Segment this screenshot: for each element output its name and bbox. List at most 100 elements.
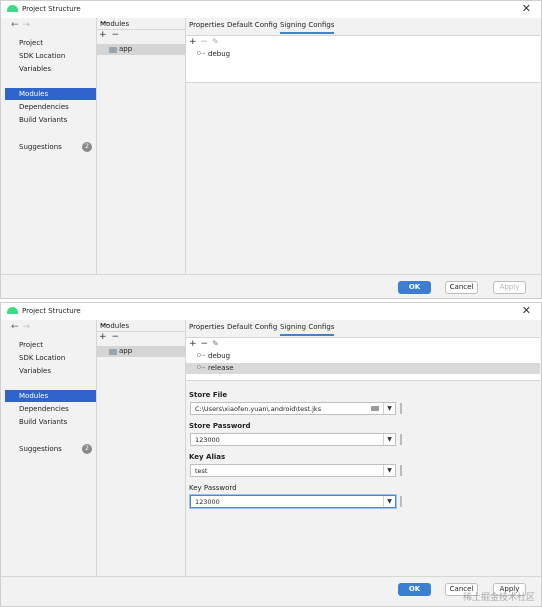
remove-icon[interactable]: − [201,37,213,47]
android-logo-icon [7,307,18,314]
tab-strip: Properties Default Config Signing Config… [186,320,539,336]
module-item-app[interactable]: app [97,346,186,357]
module-item-label: app [119,45,133,53]
key-icon: O⊸ [197,51,206,57]
nav-item-modules[interactable]: Modules [5,390,96,402]
project-structure-dialog-1: Project Structure ✕ ←→ Project SDK Locat… [0,0,542,299]
tab-default-config[interactable]: Default Config [227,21,277,29]
tab-default-config[interactable]: Default Config [227,323,277,331]
modules-header: Modules — [97,18,186,30]
key-password-value: 123000 [195,498,220,506]
signing-config-label: debug [208,50,231,58]
window-title: Project Structure [22,5,81,13]
signing-config-list: +−✎ O⊸ debug [186,35,540,83]
modules-panel: Modules — +− app [96,320,186,576]
nav-item-dependencies[interactable]: Dependencies [5,101,96,113]
key-icon: O⊸ [197,353,206,359]
signing-config-label: release [208,364,234,372]
store-password-label: Store Password [189,422,251,430]
nav-item-project[interactable]: Project [5,339,96,351]
signing-config-debug[interactable]: O⊸ debug [186,351,540,362]
nav-item-dependencies[interactable]: Dependencies [5,403,96,415]
signing-config-release[interactable]: O⊸ release [186,363,540,374]
dropdown-icon[interactable]: ▼ [383,496,395,507]
back-arrow-icon[interactable]: ← [11,20,23,30]
nav-item-build-variants[interactable]: Build Variants [5,114,96,126]
key-password-label: Key Password [189,484,237,492]
signing-config-list: +−✎ O⊸ debug O⊸ release [186,337,540,381]
nav-item-modules[interactable]: Modules [5,88,96,100]
suggestions-count-badge: 2 [82,142,92,152]
folder-icon[interactable] [371,406,379,411]
key-alias-value: test [195,467,208,475]
store-file-value: C:\Users\xiaofen.yuan\.android\test.jks [195,405,322,413]
remove-icon[interactable]: − [201,339,213,349]
dialog-buttons: OK Cancel Apply [1,576,541,598]
nav-item-suggestions[interactable]: Suggestions 2 [5,141,96,153]
folder-icon [109,47,117,53]
suggestions-label: Suggestions [19,143,62,151]
nav-item-sdk-location[interactable]: SDK Location [5,50,96,62]
key-alias-field[interactable]: test ▼ [190,464,396,477]
store-file-label: Store File [189,391,228,399]
add-icon[interactable]: + [99,332,112,342]
dropdown-icon[interactable]: ▼ [383,465,395,476]
close-icon[interactable]: ✕ [522,304,531,317]
collapse-icon[interactable]: — [100,320,183,330]
store-password-field[interactable]: 123000 ▼ [190,433,396,446]
dialog-buttons: OK Cancel Apply [1,274,541,296]
suggestions-count-badge: 2 [82,444,92,454]
nav-item-project[interactable]: Project [5,37,96,49]
ok-button[interactable]: OK [398,281,431,294]
close-icon[interactable]: ✕ [522,2,531,15]
tab-properties[interactable]: Properties [189,21,224,29]
watermark-text: 稀土掘金技术社区 [462,593,535,603]
remove-icon[interactable]: − [112,332,125,342]
edit-icon[interactable]: ✎ [212,37,223,46]
title-bar: Project Structure ✕ [1,1,541,18]
store-file-field[interactable]: C:\Users\xiaofen.yuan\.android\test.jks … [190,402,396,415]
forward-arrow-icon[interactable]: → [23,20,35,30]
field-handle [400,434,402,445]
forward-arrow-icon[interactable]: → [23,322,35,332]
module-item-app[interactable]: app [97,44,186,55]
nav-item-build-variants[interactable]: Build Variants [5,416,96,428]
signing-config-debug[interactable]: O⊸ debug [186,49,540,60]
back-arrow-icon[interactable]: ← [11,322,23,332]
cancel-button[interactable]: Cancel [445,281,478,294]
nav-item-sdk-location[interactable]: SDK Location [5,352,96,364]
field-handle [400,496,402,507]
add-icon[interactable]: + [189,339,201,349]
modules-header: Modules — [97,320,186,332]
apply-button[interactable]: Apply [493,281,526,294]
module-item-label: app [119,347,133,355]
tab-strip: Properties Default Config Signing Config… [186,18,539,34]
tab-properties[interactable]: Properties [189,323,224,331]
ok-button[interactable]: OK [398,583,431,596]
add-icon[interactable]: + [99,30,112,40]
left-nav: ←→ Project SDK Location Variables Module… [5,18,96,274]
key-alias-label: Key Alias [189,453,226,461]
tab-signing-configs[interactable]: Signing Configs [280,323,335,336]
module-settings-panel: Properties Default Config Signing Config… [185,320,540,576]
field-handle [400,465,402,476]
title-bar: Project Structure ✕ [1,303,541,320]
window-title: Project Structure [22,307,81,315]
field-handle [400,403,402,414]
nav-item-variables[interactable]: Variables [5,365,96,377]
project-structure-dialog-2: Project Structure ✕ ←→ Project SDK Locat… [0,302,542,607]
dropdown-icon[interactable]: ▼ [383,434,395,445]
signing-config-label: debug [208,352,231,360]
tab-signing-configs[interactable]: Signing Configs [280,21,335,34]
store-password-value: 123000 [195,436,220,444]
remove-icon[interactable]: − [112,30,125,40]
folder-icon [109,349,117,355]
add-icon[interactable]: + [189,37,201,47]
nav-item-suggestions[interactable]: Suggestions 2 [5,443,96,455]
key-password-field[interactable]: 123000 ▼ [190,495,396,508]
nav-item-variables[interactable]: Variables [5,63,96,75]
collapse-icon[interactable]: — [100,18,183,28]
android-logo-icon [7,5,18,12]
dropdown-icon[interactable]: ▼ [383,403,395,414]
edit-icon[interactable]: ✎ [212,339,223,348]
